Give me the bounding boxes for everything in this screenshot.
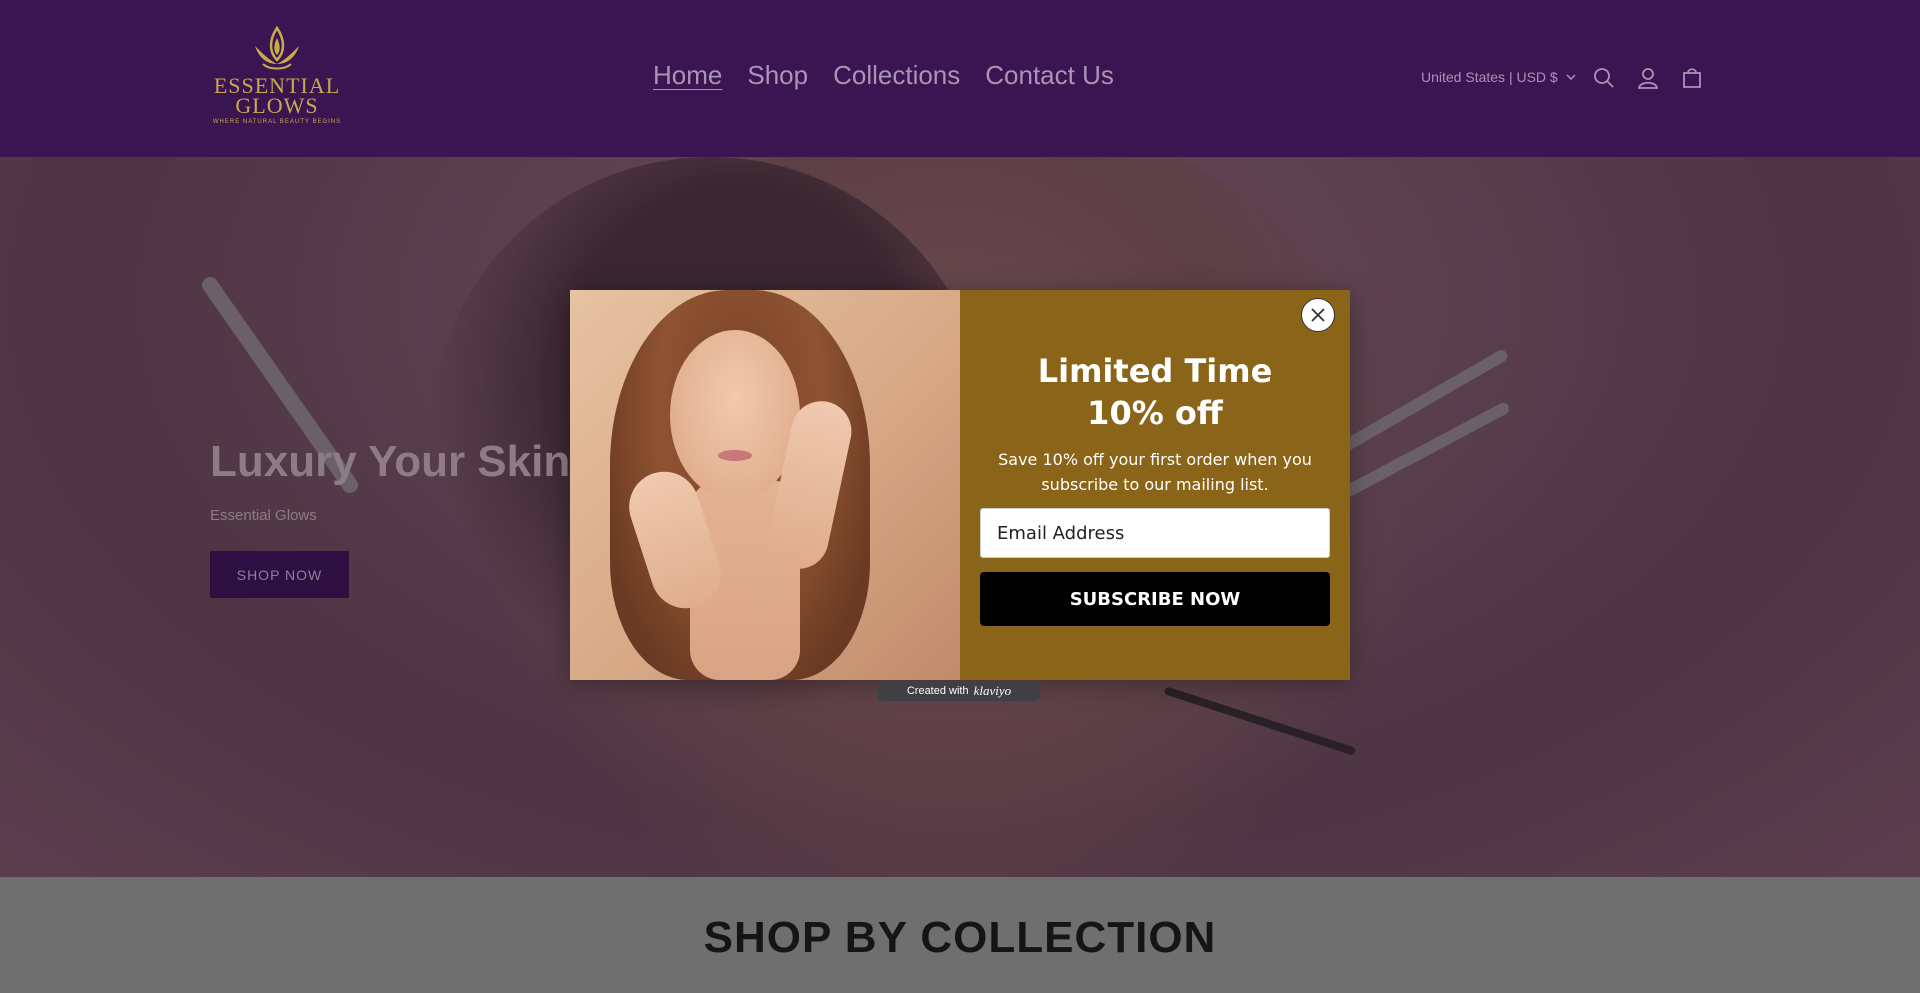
currency-selector[interactable]: United States | USD $ — [1421, 69, 1576, 85]
collection-title: SHOP BY COLLECTION — [703, 913, 1217, 962]
cart-icon[interactable] — [1680, 66, 1704, 90]
logo-tagline: WHERE NATURAL BEAUTY BEGINS — [212, 119, 342, 125]
account-icon[interactable] — [1636, 66, 1660, 90]
close-icon — [1311, 308, 1325, 322]
search-icon[interactable] — [1592, 66, 1616, 90]
klaviyo-badge-prefix: Created with — [906, 685, 969, 697]
popup-heading-line1: Limited Time — [1037, 352, 1273, 390]
nav-item-collections[interactable]: Collections — [833, 60, 960, 91]
logo-name-line2: GLOWS — [235, 93, 319, 118]
currency-label: United States | USD $ — [1421, 69, 1558, 85]
klaviyo-badge[interactable]: Created with klaviyo — [878, 681, 1040, 701]
brand-logo[interactable]: ESSENTIAL GLOWS WHERE NATURAL BEAUTY BEG… — [212, 24, 342, 136]
popup-description: Save 10% off your first order when you s… — [998, 450, 1312, 494]
subscribe-button[interactable]: SUBSCRIBE NOW — [980, 572, 1330, 626]
signup-popup: Limited Time 10% off Save 10% off your f… — [570, 290, 1350, 680]
collection-section: SHOP BY COLLECTION — [0, 877, 1920, 993]
popup-image — [570, 290, 960, 680]
close-popup-button[interactable] — [1301, 298, 1335, 332]
lotus-icon — [255, 25, 299, 70]
popup-heading: Limited Time 10% off — [960, 350, 1350, 434]
klaviyo-logo: klaviyo — [973, 683, 1012, 698]
nav-item-home[interactable]: Home — [653, 60, 722, 91]
chevron-down-icon — [1566, 74, 1576, 80]
popup-image-lips — [718, 450, 752, 461]
popup-heading-line2: 10% off — [1087, 394, 1223, 432]
shop-now-button[interactable]: SHOP NOW — [210, 551, 349, 598]
site-header: ESSENTIAL GLOWS WHERE NATURAL BEAUTY BEG… — [0, 0, 1920, 157]
nav-item-shop[interactable]: Shop — [747, 60, 808, 91]
email-field[interactable] — [980, 508, 1330, 558]
main-nav: Home Shop Collections Contact Us — [653, 60, 1114, 91]
nav-item-contact-us[interactable]: Contact Us — [985, 60, 1114, 91]
hero-subtitle: Essential Glows — [210, 507, 317, 524]
popup-body: Limited Time 10% off Save 10% off your f… — [960, 290, 1350, 680]
